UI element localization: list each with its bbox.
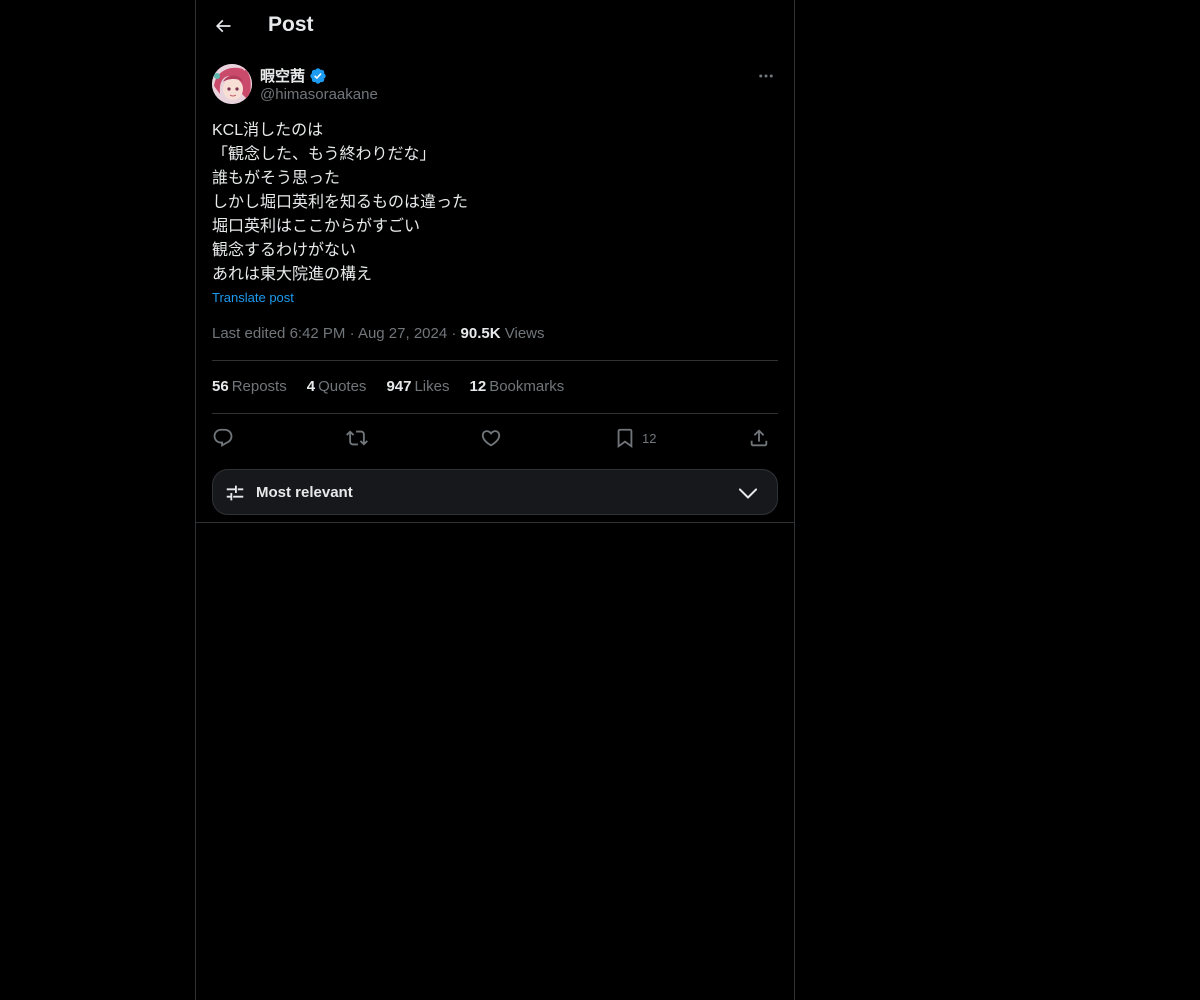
- reply-button[interactable]: [212, 424, 234, 452]
- back-button[interactable]: [208, 11, 238, 41]
- quotes-count: 4: [306, 378, 316, 395]
- arrow-left-icon: [215, 19, 231, 33]
- post-text-line: 堀口英利はここからがすごい: [212, 218, 421, 235]
- bookmarks-label: Bookmarks: [489, 378, 565, 395]
- avatar[interactable]: [212, 64, 252, 104]
- bookmark-icon: [617, 428, 633, 449]
- edited-label[interactable]: Last edited: [212, 325, 285, 342]
- meta-separator: ·: [451, 325, 457, 342]
- like-button[interactable]: [480, 424, 502, 452]
- post-author: 暇空茜 @himasoraakane: [212, 64, 778, 106]
- post-time[interactable]: 6:42 PM: [290, 325, 346, 342]
- divider: [196, 522, 794, 523]
- main-column: Post 暇空茜 @himasoraakane KCL消したのは 「観念した、も…: [195, 0, 795, 1000]
- author-display-name[interactable]: 暇空茜: [260, 65, 327, 86]
- avatar-image: [212, 64, 252, 104]
- page-header: Post: [196, 0, 794, 53]
- heart-icon: [481, 430, 501, 447]
- views-label: Views: [504, 325, 545, 342]
- post-text-line: 観念するわけがない: [212, 242, 357, 259]
- divider: [212, 413, 778, 414]
- page-title: Post: [268, 13, 314, 36]
- post-text: KCL消したのは 「観念した、もう終わりだな」 誰もがそう思った しかし堀口英利…: [212, 119, 778, 287]
- chevron-down-icon: [738, 488, 758, 499]
- post-text-line: 「観念した、もう終わりだな」: [212, 146, 436, 163]
- likes-stat[interactable]: 947 Likes: [386, 378, 449, 395]
- reply-icon: [213, 428, 233, 447]
- author-name-text: 暇空茜: [260, 68, 306, 85]
- reposts-count: 56: [212, 378, 229, 395]
- post-text-line: KCL消したのは: [212, 122, 324, 139]
- sliders-icon: [226, 485, 244, 501]
- post-text-line: あれは東大院進の構え: [212, 266, 373, 283]
- reposts-stat[interactable]: 56 Reposts: [212, 378, 287, 395]
- action-bar: 12: [212, 424, 778, 452]
- post-stats: 56 Reposts 4 Quotes 947 Likes 12 Bookmarks: [212, 378, 564, 395]
- repost-button[interactable]: [346, 424, 368, 452]
- likes-label: Likes: [414, 378, 450, 395]
- bookmarks-count: 12: [469, 378, 487, 395]
- more-options-button[interactable]: [754, 64, 778, 88]
- more-dots-icon: [759, 74, 773, 78]
- share-icon: [750, 429, 768, 447]
- sort-label: Most relevant: [256, 484, 353, 501]
- translate-post-link[interactable]: Translate post: [212, 290, 294, 305]
- meta-separator: ·: [349, 325, 355, 342]
- post-meta: Last edited 6:42 PM · Aug 27, 2024 · 90.…: [212, 325, 545, 342]
- quotes-label: Quotes: [318, 378, 367, 395]
- quotes-stat[interactable]: 4 Quotes: [307, 378, 367, 395]
- likes-count: 947: [386, 378, 412, 395]
- reposts-label: Reposts: [231, 378, 287, 395]
- post-text-line: 誰もがそう思った: [212, 170, 341, 187]
- verified-badge-icon: [310, 67, 326, 84]
- bookmark-count: 12: [642, 430, 657, 446]
- views-count: 90.5K: [460, 325, 501, 342]
- post-text-line: しかし堀口英利を知るものは違った: [212, 194, 469, 211]
- author-handle[interactable]: @himasoraakane: [260, 86, 378, 103]
- bookmark-button[interactable]: 12: [614, 424, 656, 452]
- sort-replies-dropdown[interactable]: Most relevant: [212, 469, 778, 515]
- bookmarks-stat[interactable]: 12 Bookmarks: [470, 378, 565, 395]
- divider: [212, 360, 778, 361]
- post-date[interactable]: Aug 27, 2024: [358, 325, 447, 342]
- repost-icon: [346, 430, 368, 446]
- share-button[interactable]: [748, 424, 770, 452]
